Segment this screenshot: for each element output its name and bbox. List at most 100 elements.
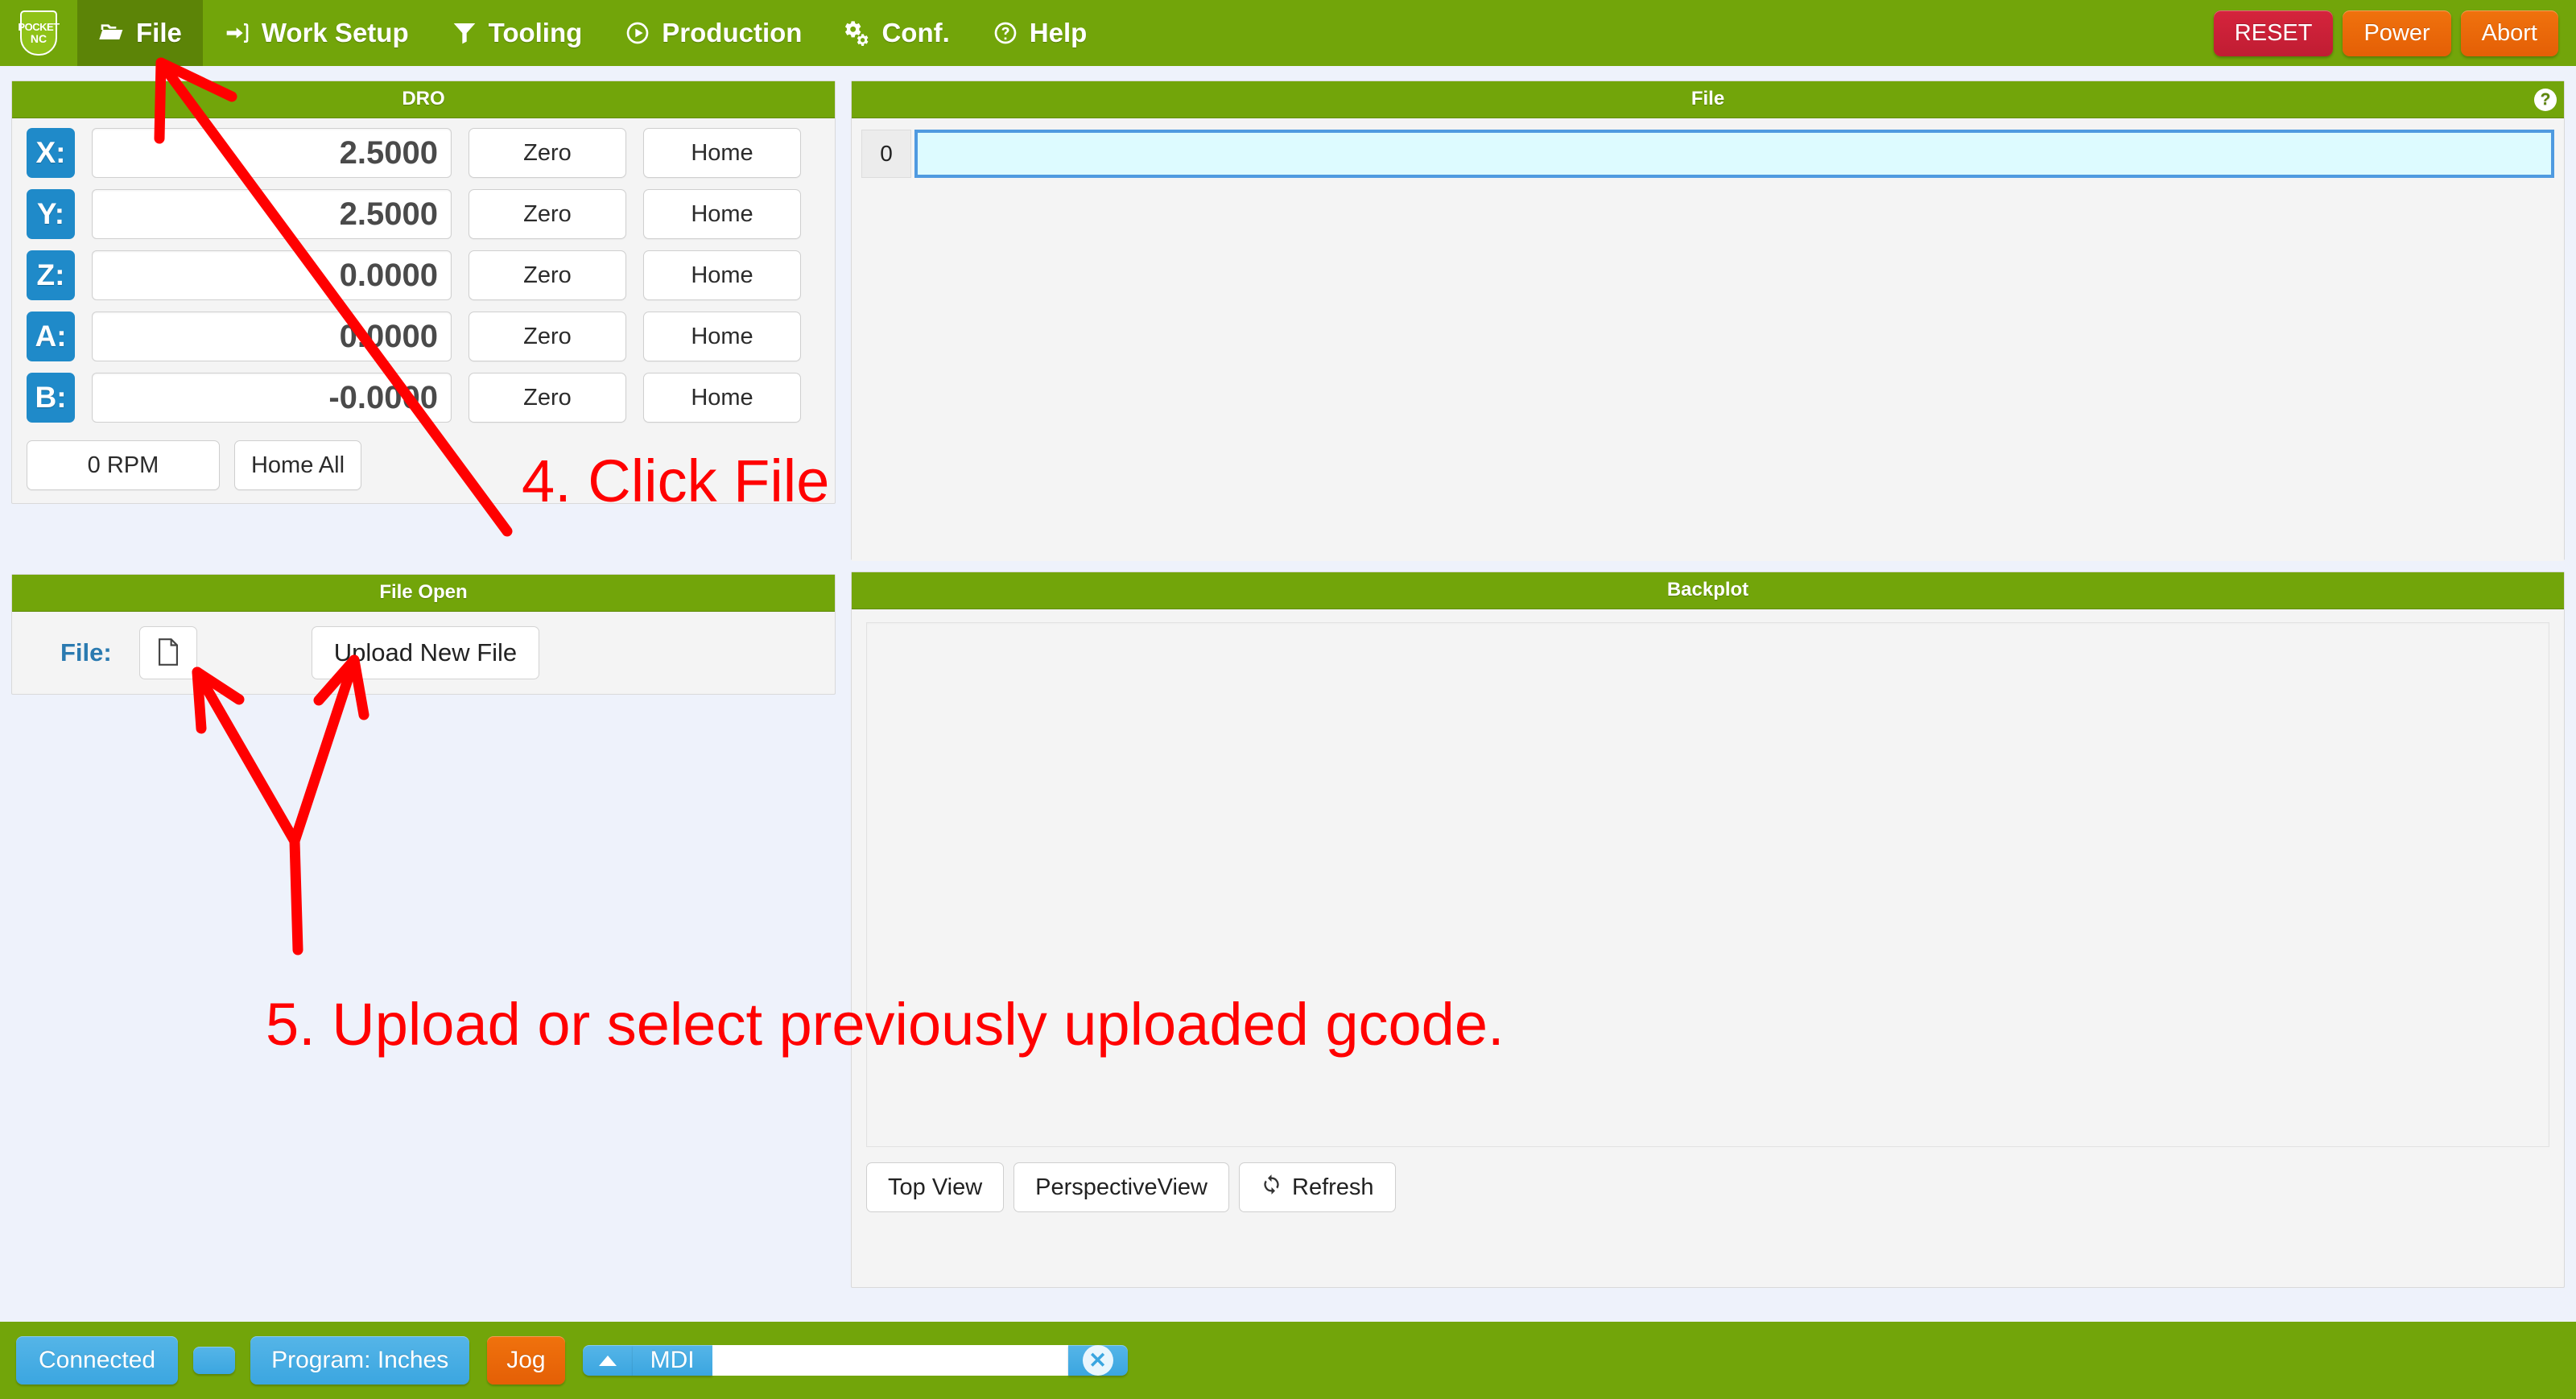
zero-button-b[interactable]: Zero xyxy=(469,373,626,423)
file-viewer-panel: File ? 0 xyxy=(851,80,2565,561)
brand-line-2: NC xyxy=(30,32,47,45)
nav-item-file[interactable]: File xyxy=(77,0,203,66)
status-bar: Connected Program: Inches Jog MDI ✕ xyxy=(0,1322,2576,1399)
file-open-label: File: xyxy=(60,638,112,666)
pocket-nc-shield-icon: POCKET NC xyxy=(18,10,60,56)
dro-row-a: A: 0.0000 Zero Home xyxy=(27,312,820,361)
zero-button-z[interactable]: Zero xyxy=(469,250,626,300)
nav-item-tooling[interactable]: Tooling xyxy=(430,0,604,66)
nav-label-tooling: Tooling xyxy=(488,18,583,47)
reset-button[interactable]: RESET xyxy=(2213,10,2334,56)
nav-label-production: Production xyxy=(662,18,803,47)
home-button-x[interactable]: Home xyxy=(643,128,801,178)
abort-button[interactable]: Abort xyxy=(2460,10,2558,56)
dro-body: X: 2.5000 Zero Home Y: 2.5000 Zero Home … xyxy=(12,118,835,503)
gears-icon xyxy=(844,19,871,47)
backplot-canvas[interactable] xyxy=(866,622,2549,1147)
top-navbar: POCKET NC File Work Setup Tooling Produc… xyxy=(0,0,2576,66)
browse-file-button[interactable] xyxy=(138,626,197,679)
backplot-panel-title: Backplot xyxy=(852,572,2564,609)
nav-item-work-setup[interactable]: Work Setup xyxy=(203,0,430,66)
mdi-clear-glyph: ✕ xyxy=(1082,1345,1113,1376)
dro-row-b: B: -0.0000 Zero Home xyxy=(27,373,820,423)
spindle-rpm-button[interactable]: 0 RPM xyxy=(27,440,220,490)
nav-menu: File Work Setup Tooling Production Conf.… xyxy=(77,0,1108,66)
axis-label-b: B: xyxy=(27,373,75,423)
dro-value-a[interactable]: 0.0000 xyxy=(92,312,452,361)
home-button-z[interactable]: Home xyxy=(643,250,801,300)
mdi-label: MDI xyxy=(632,1345,712,1376)
zero-button-a[interactable]: Zero xyxy=(469,312,626,361)
dro-row-x: X: 2.5000 Zero Home xyxy=(27,128,820,178)
gcode-line-text[interactable] xyxy=(914,130,2554,178)
file-viewer-body: 0 xyxy=(852,118,2564,561)
sign-in-icon xyxy=(224,19,251,47)
home-button-b[interactable]: Home xyxy=(643,373,801,423)
file-viewer-title-text: File xyxy=(1690,88,1725,109)
nav-label-help: Help xyxy=(1029,18,1088,47)
refresh-button[interactable]: Refresh xyxy=(1239,1162,1396,1212)
nav-action-buttons: RESET Power Abort xyxy=(2213,0,2576,66)
perspective-view-label: PerspectiveView xyxy=(1035,1174,1208,1200)
dro-value-x[interactable]: 2.5000 xyxy=(92,128,452,178)
nav-item-conf[interactable]: Conf. xyxy=(823,0,970,66)
home-button-a[interactable]: Home xyxy=(643,312,801,361)
dro-value-y[interactable]: 2.5000 xyxy=(92,189,452,239)
folder-open-icon xyxy=(98,19,126,47)
home-button-y[interactable]: Home xyxy=(643,189,801,239)
question-circle-icon[interactable]: ? xyxy=(2534,88,2557,111)
dro-row-y: Y: 2.5000 Zero Home xyxy=(27,189,820,239)
nav-item-production[interactable]: Production xyxy=(603,0,823,66)
dro-panel-title: DRO xyxy=(12,81,835,118)
refresh-icon xyxy=(1261,1174,1282,1202)
dro-footer: 0 RPM Home All xyxy=(27,440,820,490)
question-circle-icon xyxy=(992,19,1019,47)
zero-button-y[interactable]: Zero xyxy=(469,189,626,239)
backplot-body: Top View PerspectiveView Refresh xyxy=(852,609,2564,1227)
dro-value-b[interactable]: -0.0000 xyxy=(92,373,452,423)
mdi-input[interactable] xyxy=(712,1345,1068,1376)
play-circle-icon xyxy=(624,19,651,47)
mdi-input-group: MDI ✕ xyxy=(582,1345,1128,1376)
power-button[interactable]: Power xyxy=(2343,10,2451,56)
dro-value-z[interactable]: 0.0000 xyxy=(92,250,452,300)
zero-button-x[interactable]: Zero xyxy=(469,128,626,178)
top-view-button[interactable]: Top View xyxy=(866,1162,1005,1212)
mode-jog-button[interactable]: Jog xyxy=(487,1336,565,1385)
backplot-panel: Backplot Top View PerspectiveView Refres… xyxy=(851,572,2565,1288)
home-all-button[interactable]: Home All xyxy=(234,440,361,490)
arrow-branch-left xyxy=(192,666,300,847)
nav-label-work-setup: Work Setup xyxy=(261,18,409,47)
file-open-panel-title: File Open xyxy=(12,575,835,612)
gcode-line-row: 0 xyxy=(861,130,2554,178)
arrow-stem xyxy=(289,836,303,955)
dro-panel: DRO X: 2.5000 Zero Home Y: 2.5000 Zero H… xyxy=(11,80,836,504)
file-viewer-panel-title: File ? xyxy=(852,81,2564,118)
dro-row-z: Z: 0.0000 Zero Home xyxy=(27,250,820,300)
app-root: POCKET NC File Work Setup Tooling Produc… xyxy=(0,0,2576,1399)
connection-status-badge[interactable]: Connected xyxy=(16,1336,179,1385)
gcode-line-number: 0 xyxy=(861,130,911,178)
nav-label-file: File xyxy=(136,18,182,47)
refresh-label: Refresh xyxy=(1292,1174,1374,1200)
caret-up-icon[interactable] xyxy=(582,1345,633,1376)
upload-new-file-button[interactable]: Upload New File xyxy=(311,626,540,679)
file-icon xyxy=(156,638,180,668)
brand-logo[interactable]: POCKET NC xyxy=(0,0,77,66)
top-view-label: Top View xyxy=(888,1174,983,1200)
filter-icon xyxy=(451,19,478,47)
brand-line-1: POCKET xyxy=(18,21,60,33)
axis-label-x: X: xyxy=(27,128,75,178)
status-toggle-pill[interactable] xyxy=(193,1347,236,1374)
nav-item-help[interactable]: Help xyxy=(971,0,1108,66)
axis-label-y: Y: xyxy=(27,189,75,239)
axis-label-z: Z: xyxy=(27,250,75,300)
file-open-body: File: Upload New File xyxy=(12,612,835,694)
times-circle-icon[interactable]: ✕ xyxy=(1067,1345,1128,1376)
backplot-toolbar: Top View PerspectiveView Refresh xyxy=(866,1162,2549,1212)
file-open-panel: File Open File: Upload New File xyxy=(11,574,836,695)
axis-label-a: A: xyxy=(27,312,75,361)
nav-label-conf: Conf. xyxy=(881,18,950,47)
perspective-view-button[interactable]: PerspectiveView xyxy=(1013,1162,1230,1212)
program-units-button[interactable]: Program: Inches xyxy=(250,1336,470,1385)
